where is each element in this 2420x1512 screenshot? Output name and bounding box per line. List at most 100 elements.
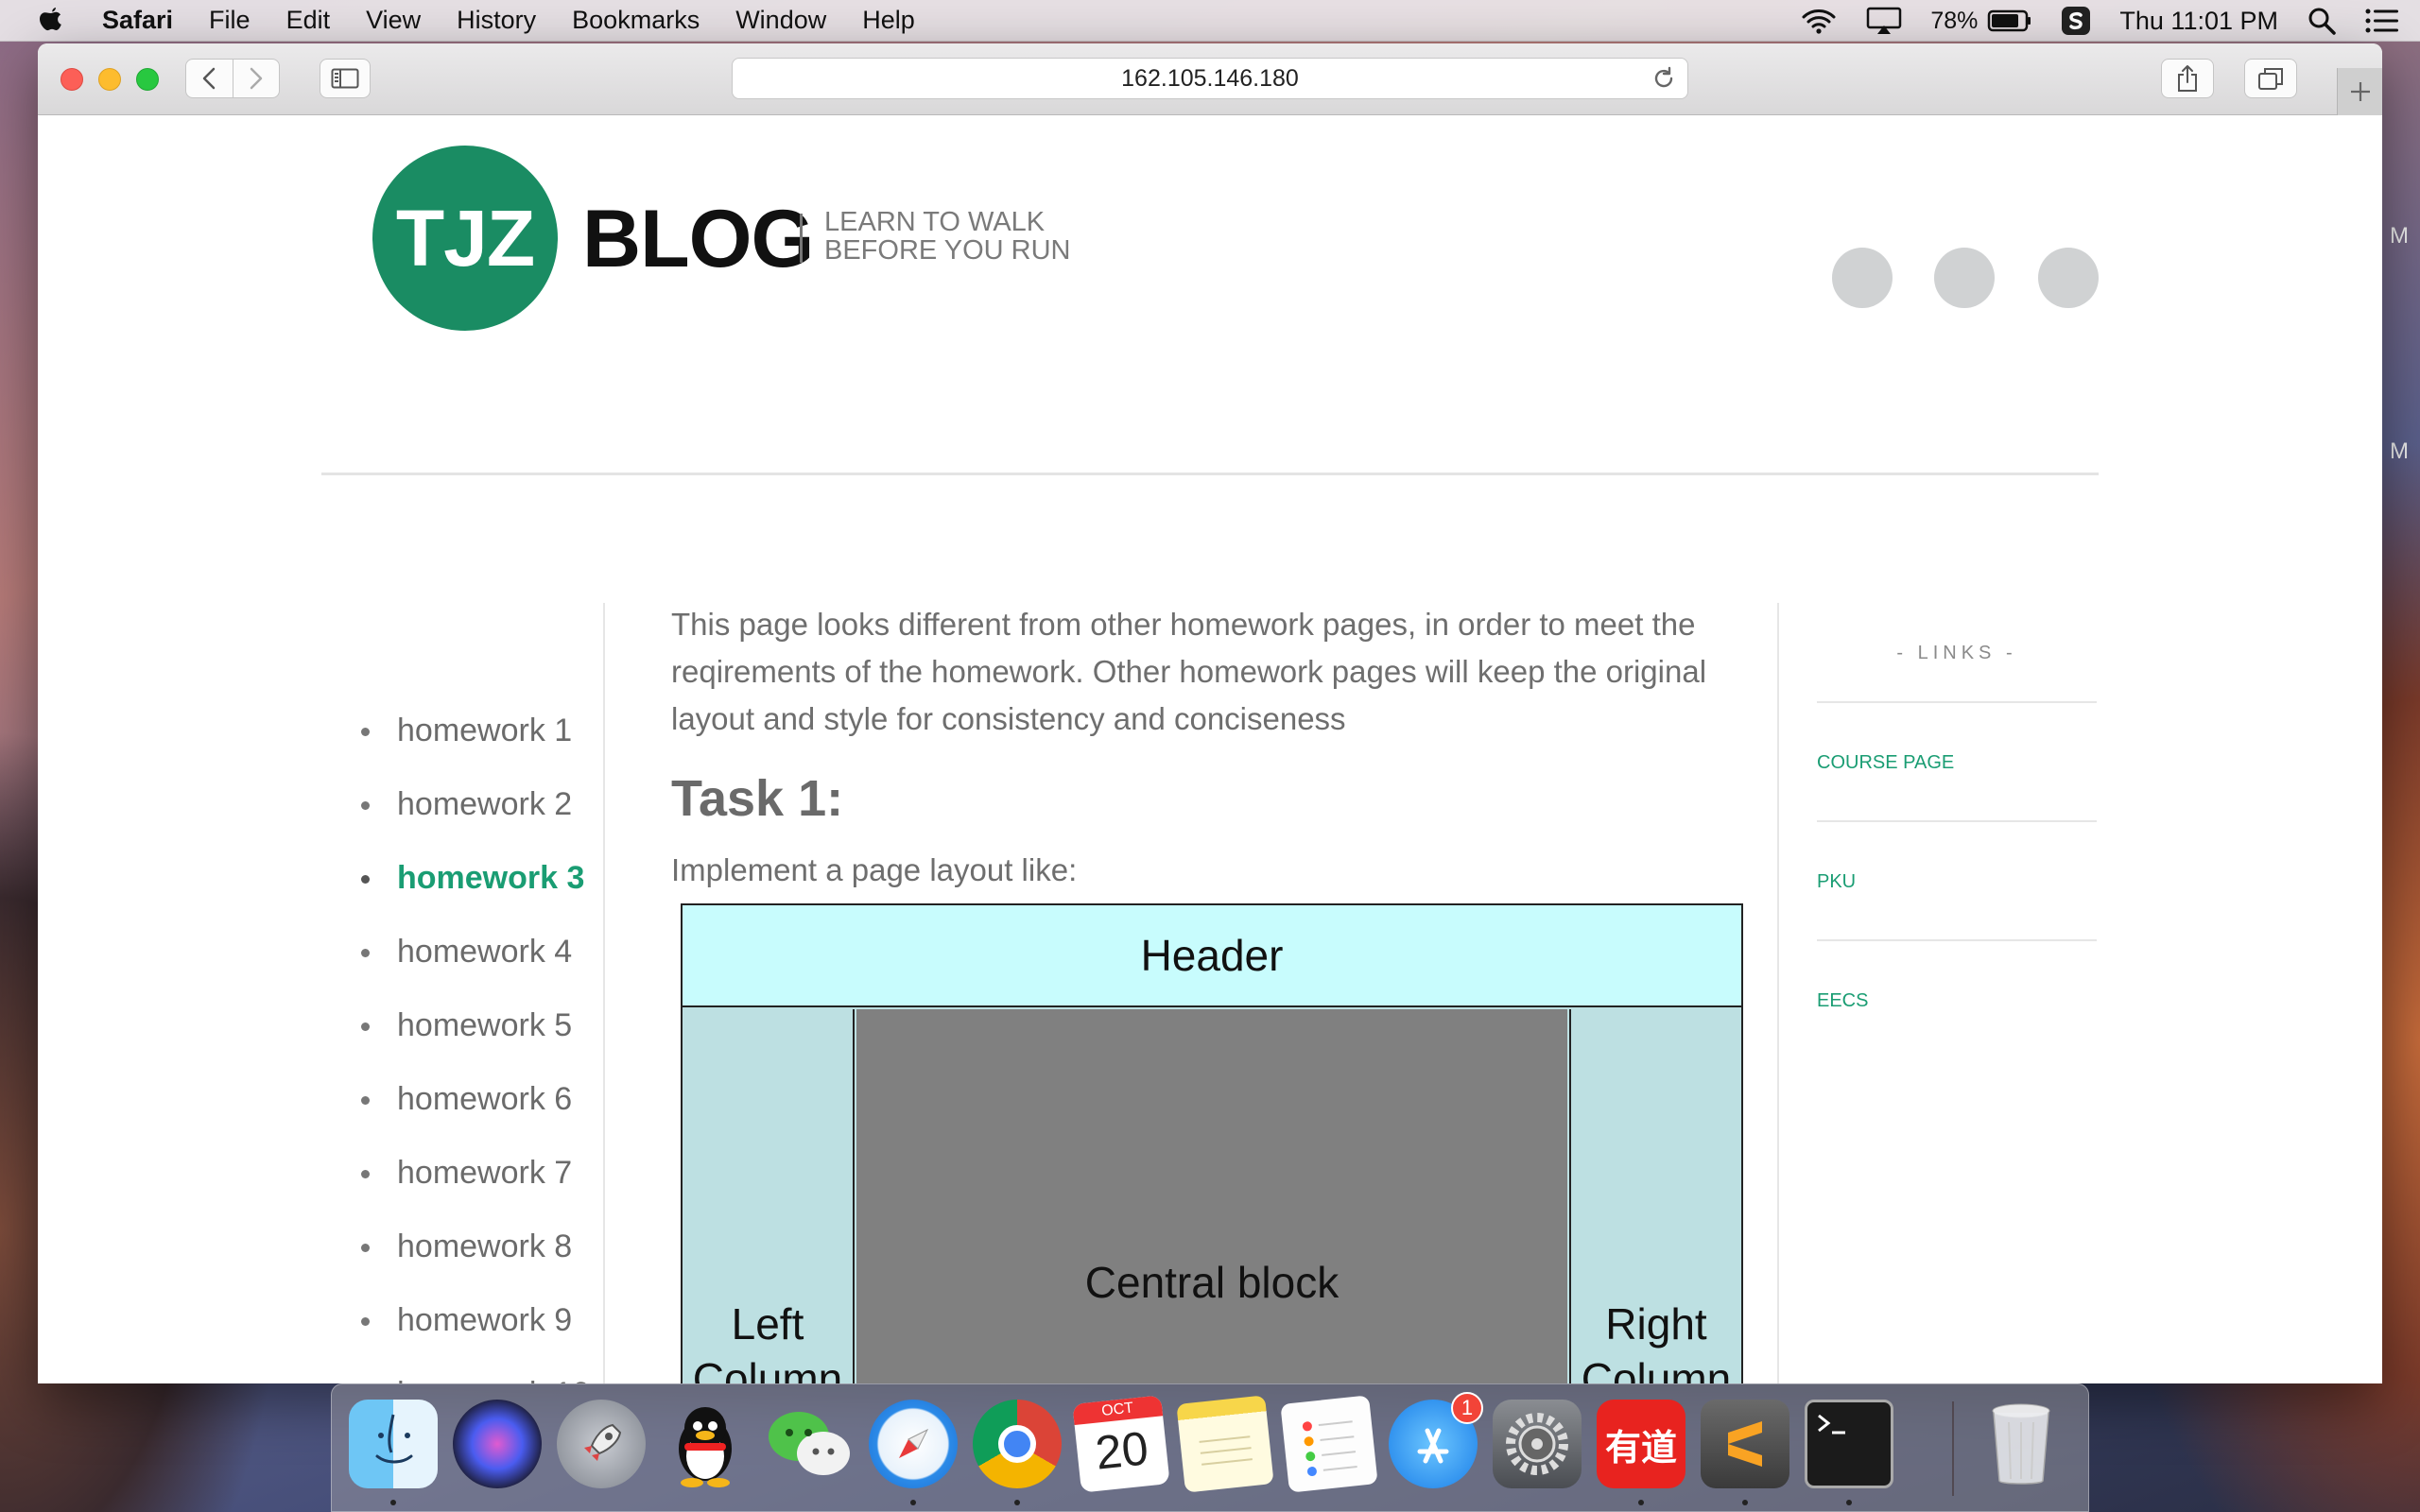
dock: OCT 20 1 有道 (331, 1383, 2089, 1512)
menu-window[interactable]: Window (735, 6, 826, 35)
show-tabs-button[interactable] (2244, 59, 2297, 98)
address-bar[interactable]: 162.105.146.180 (732, 58, 1688, 99)
nav-item-homework-4[interactable]: homework 4 (357, 915, 590, 988)
airplay-icon[interactable] (1866, 7, 1902, 35)
menu-help[interactable]: Help (862, 6, 915, 35)
share-button[interactable] (2161, 59, 2214, 98)
tabs-icon (2258, 68, 2283, 90)
site-logo[interactable]: TJZ (372, 146, 558, 331)
task-description: Implement a page layout like: (671, 852, 1078, 887)
right-column-divider (1777, 603, 1779, 1383)
battery-icon[interactable] (1987, 9, 2032, 33)
site-title[interactable]: BLOG (582, 193, 814, 286)
menu-edit[interactable]: Edit (286, 6, 331, 35)
running-indicator (390, 1500, 396, 1505)
header-divider (321, 472, 2099, 475)
terminal-prompt-icon (1818, 1414, 1845, 1435)
share-icon (2178, 65, 2197, 92)
links-heading: - LINKS - (1896, 643, 2017, 663)
chevron-left-icon (203, 67, 216, 90)
close-window-button[interactable] (60, 68, 83, 91)
diagram-right-column: Right Column (1569, 1009, 1741, 1383)
running-indicator (1014, 1500, 1020, 1505)
nav-item-homework-5[interactable]: homework 5 (357, 988, 590, 1062)
menu-file[interactable]: File (209, 6, 251, 35)
wechat-icon[interactable] (765, 1400, 854, 1488)
youdao-dictionary-icon[interactable]: 有道 (1597, 1400, 1685, 1488)
siri-icon[interactable] (453, 1400, 542, 1488)
nav-item-homework-2[interactable]: homework 2 (357, 767, 590, 841)
chrome-icon[interactable] (973, 1400, 1062, 1488)
app-store-icon[interactable]: 1 (1389, 1392, 1483, 1488)
new-tab-button[interactable] (2337, 68, 2382, 115)
menu-bookmarks[interactable]: Bookmarks (572, 6, 700, 35)
system-preferences-icon[interactable] (1493, 1400, 1582, 1488)
nav-item-homework-10[interactable]: homework 10 (357, 1357, 590, 1384)
tagline-line-2: BEFORE YOU RUN (824, 235, 1071, 266)
battery-percent: 78% (1930, 7, 1979, 34)
minimize-window-button[interactable] (98, 68, 121, 91)
links-divider (1817, 701, 2097, 703)
back-button[interactable] (186, 60, 233, 97)
homework-nav: homework 1 homework 2 homework 3 homewor… (357, 694, 590, 1383)
nav-item-homework-3[interactable]: homework 3 (357, 841, 590, 915)
menu-history[interactable]: History (457, 6, 536, 35)
safari-toolbar: 162.105.146.180 (38, 43, 2382, 115)
social-link-1[interactable] (1832, 248, 1893, 308)
desktop-edge-text: M (2390, 223, 2409, 249)
wifi-icon[interactable] (1800, 7, 1838, 35)
sublime-text-icon[interactable] (1701, 1400, 1789, 1488)
intro-paragraph: This page looks different from other hom… (671, 607, 1707, 736)
forward-button[interactable] (232, 60, 279, 97)
calendar-day: 20 (1093, 1421, 1151, 1480)
diagram-header: Header (683, 905, 1741, 1007)
diagram-left-label: Left Column (692, 1299, 843, 1383)
link-eecs[interactable]: EECS (1817, 990, 1868, 1012)
back-forward-control (185, 59, 280, 98)
finder-icon[interactable] (349, 1400, 438, 1488)
sidebar-toggle-button[interactable] (320, 59, 371, 98)
nav-item-homework-6[interactable]: homework 6 (357, 1062, 590, 1136)
site-tagline: LEARN TO WALK BEFORE YOU RUN (824, 208, 1071, 265)
web-page: TJZ BLOG LEARN TO WALK BEFORE YOU RUN ho… (38, 115, 2382, 1383)
link-course-page[interactable]: COURSE PAGE (1817, 752, 1954, 774)
diagram-center-label: Central block (1084, 1258, 1340, 1307)
menu-bar: Safari File Edit View History Bookmarks … (0, 0, 2420, 42)
terminal-icon[interactable] (1805, 1400, 1893, 1488)
social-link-2[interactable] (1934, 248, 1995, 308)
notes-icon[interactable] (1176, 1395, 1274, 1493)
sidebar-icon (331, 68, 359, 89)
list-icon[interactable] (2365, 8, 2399, 34)
nav-item-homework-7[interactable]: homework 7 (357, 1136, 590, 1210)
menu-view[interactable]: View (366, 6, 421, 35)
menubar-clock[interactable]: Thu 11:01 PM (2119, 7, 2278, 36)
reminders-icon[interactable] (1280, 1395, 1378, 1493)
search-icon[interactable] (2307, 6, 2337, 36)
link-pku[interactable]: PKU (1817, 871, 1856, 893)
chevron-right-icon (250, 67, 263, 90)
logo-divider (800, 214, 803, 263)
sogou-icon[interactable] (2061, 6, 2091, 36)
zoom-window-button[interactable] (136, 68, 159, 91)
safari-app-icon[interactable] (869, 1400, 958, 1488)
qq-icon[interactable] (661, 1400, 750, 1488)
nav-item-homework-8[interactable]: homework 8 (357, 1210, 590, 1283)
diagram-left-column: Left Column (683, 1009, 855, 1383)
social-link-3[interactable] (2038, 248, 2099, 308)
nav-item-homework-1[interactable]: homework 1 (357, 694, 590, 767)
menu-app-name[interactable]: Safari (102, 6, 173, 35)
layout-diagram: Header Left Column Central block Right C… (681, 903, 1743, 1383)
apple-icon[interactable] (38, 5, 66, 37)
plus-icon (2350, 82, 2370, 101)
running-indicator (1742, 1500, 1748, 1505)
chrome-center (998, 1425, 1036, 1463)
trash-icon[interactable] (1977, 1400, 2066, 1488)
calendar-icon[interactable]: OCT 20 (1072, 1395, 1170, 1493)
task-heading: Task 1: (671, 770, 844, 827)
desktop-edge-text: M (2390, 438, 2409, 464)
launchpad-icon[interactable] (557, 1400, 646, 1488)
reload-icon[interactable] (1651, 66, 1676, 97)
nav-item-homework-9[interactable]: homework 9 (357, 1283, 590, 1357)
running-indicator (1638, 1500, 1644, 1505)
main-content: This page looks different from other hom… (671, 601, 1787, 888)
